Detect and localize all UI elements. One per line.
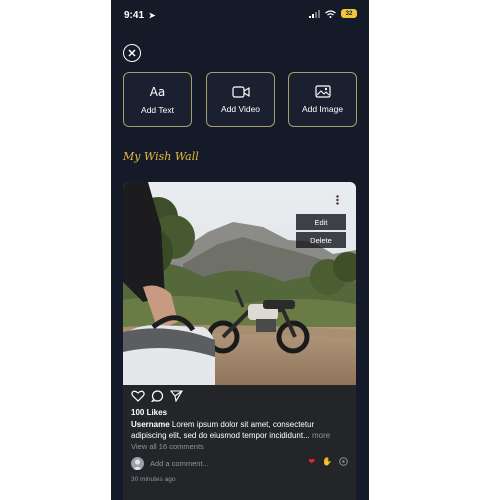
location-arrow-icon: ➤ [148,11,156,20]
edit-menu-item[interactable]: Edit [296,214,346,230]
post-image [123,182,356,385]
text-icon: Aa [149,84,166,99]
image-icon [314,85,331,98]
wifi-icon [325,9,336,18]
add-video-button[interactable]: Add Video [206,72,275,127]
add-emoji-icon[interactable] [339,457,348,466]
share-icon[interactable] [170,390,183,402]
add-image-label: Add Image [301,104,344,114]
app-screen: 9:41 ➤ 32 Aa Add Text Add Video Add Imag… [111,0,369,500]
post-actions [131,390,183,402]
heart-emoji-icon[interactable]: ❤ [308,457,315,466]
likes-count: 100 Likes [131,408,168,417]
heart-icon[interactable] [131,390,145,402]
status-time: 9:41 ➤ [124,10,156,21]
close-button[interactable] [123,44,141,62]
comment-input[interactable]: Add a comment... [150,459,209,468]
post-menu-button[interactable] [329,191,346,208]
add-image-button[interactable]: Add Image [288,72,357,127]
comment-icon[interactable] [151,390,164,402]
post-username[interactable]: Username [131,420,170,429]
more-vertical-icon [336,194,339,205]
post-timestamp: 30 minutes ago [131,476,176,483]
user-avatar-icon [132,459,143,470]
more-link[interactable]: more [312,431,330,440]
post-card: Edit Delete 100 Likes Username Lorem ips… [123,182,356,500]
add-text-label: Add Text [141,104,174,115]
video-icon [231,85,250,98]
signal-icon [309,9,320,18]
wish-wall-title: My Wish Wall [123,150,199,163]
add-video-label: Add Video [220,103,261,114]
post-caption: Username Lorem ipsum dolor sit amet, con… [131,420,351,441]
status-icons: 32 [309,9,357,18]
battery-icon: 32 [341,9,357,18]
close-icon [128,49,136,57]
avatar [131,457,144,470]
view-comments-link[interactable]: View all 16 comments [131,442,204,451]
add-text-button[interactable]: Aa Add Text [123,72,192,127]
quick-reactions: ❤ ✋ [308,457,348,466]
delete-menu-item[interactable]: Delete [296,232,346,248]
raised-hands-emoji-icon[interactable]: ✋ [322,457,332,466]
